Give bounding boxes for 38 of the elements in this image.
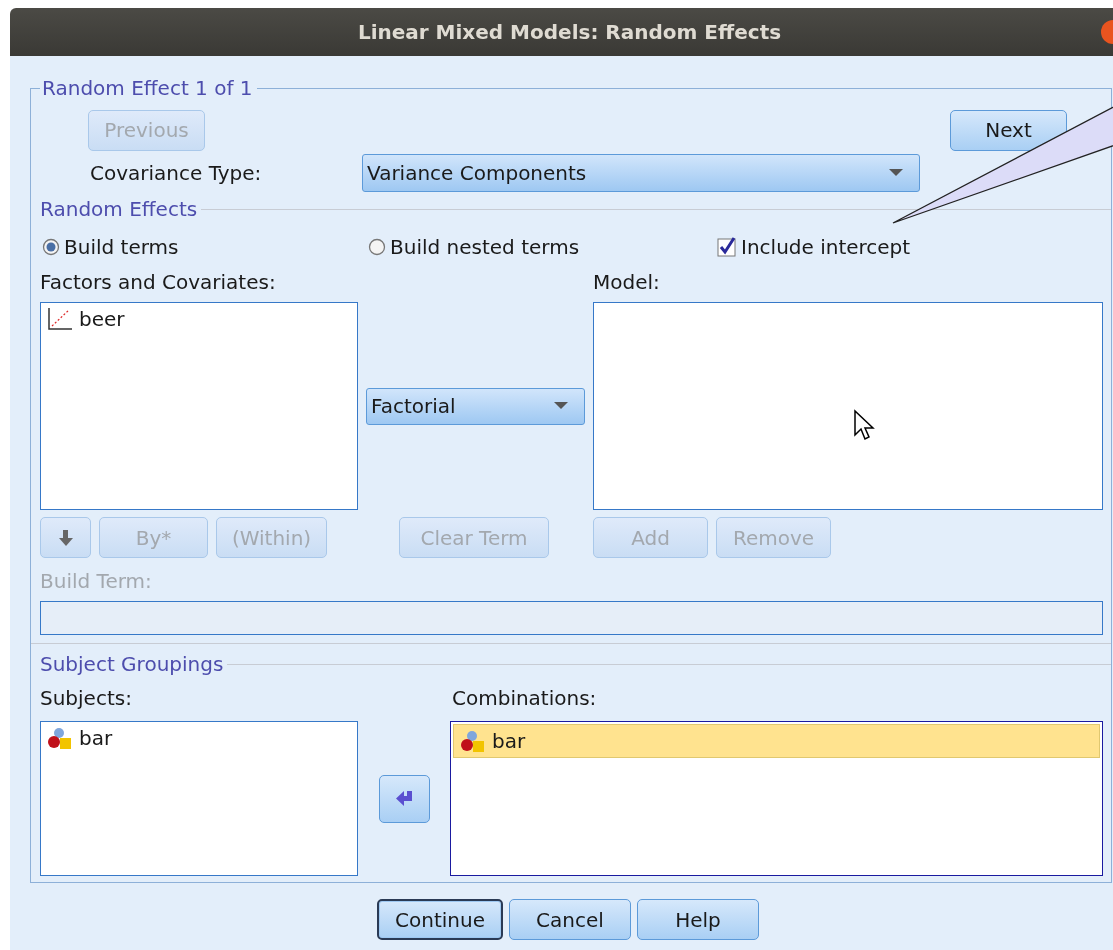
- radio-button[interactable]: [368, 238, 386, 256]
- caret-icon: [554, 402, 568, 410]
- list-item[interactable]: bar: [453, 724, 1100, 758]
- caret-icon: [889, 169, 903, 177]
- cursor-icon: [853, 409, 875, 441]
- dialog-button[interactable]: Help: [636, 899, 759, 940]
- list-item[interactable]: beer: [41, 303, 357, 335]
- list-label: Combinations:: [452, 686, 598, 712]
- list-label: Model:: [593, 270, 661, 296]
- radio-button[interactable]: [42, 238, 60, 256]
- dialog-button[interactable]: Continue: [377, 899, 503, 940]
- list-item[interactable]: bar: [41, 722, 357, 754]
- option-label[interactable]: Include intercept: [741, 235, 911, 259]
- down-arrow-icon: [57, 528, 74, 547]
- option-label[interactable]: Build nested terms: [390, 235, 580, 259]
- build-term-label: Build Term:: [40, 569, 153, 595]
- nominal-icon: [460, 729, 486, 753]
- move-right-button[interactable]: [379, 774, 430, 823]
- factors-list[interactable]: beer: [40, 302, 358, 510]
- window-title: Linear Mixed Models: Random Effects: [357, 20, 782, 44]
- covariance-dropdown[interactable]: Variance Components: [362, 154, 920, 192]
- section-title: Random Effects: [40, 197, 199, 221]
- checkbox[interactable]: [717, 237, 737, 257]
- option-label[interactable]: Build terms: [64, 235, 179, 259]
- dialog-button[interactable]: Cancel: [508, 899, 631, 940]
- list-label: Subjects:: [40, 686, 133, 712]
- scale-icon: [47, 307, 73, 331]
- list-label: Factors and Covariates:: [40, 270, 277, 296]
- covariance-label: Covariance Type:: [90, 161, 263, 185]
- group-title: Random Effect 1 of 1: [41, 76, 254, 100]
- next-button[interactable]: Next: [950, 109, 1067, 151]
- close-icon[interactable]: [1100, 19, 1113, 45]
- combinations-list[interactable]: bar: [450, 721, 1103, 876]
- subjects-list[interactable]: bar: [40, 721, 358, 876]
- section-title: Subject Groupings: [40, 652, 225, 676]
- method-dropdown[interactable]: Factorial: [366, 387, 585, 425]
- nominal-icon: [47, 726, 73, 750]
- build-term-field[interactable]: [40, 601, 1103, 635]
